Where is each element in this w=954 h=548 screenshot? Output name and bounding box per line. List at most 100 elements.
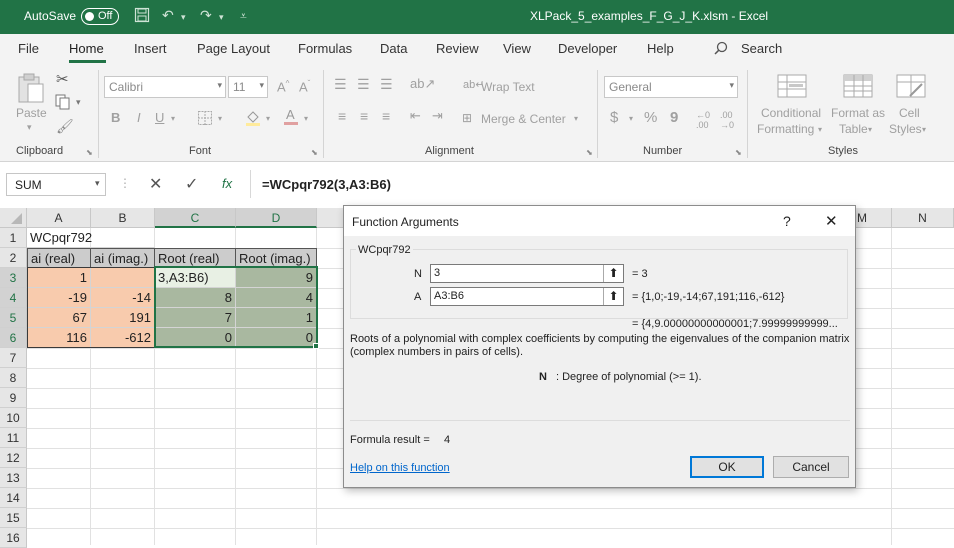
decrease-indent-icon[interactable]: ⇤ (410, 108, 421, 124)
name-box[interactable]: SUM ▾ (6, 173, 106, 196)
undo-icon[interactable]: ↶ (162, 7, 174, 24)
redo-dropdown-icon[interactable]: ▾ (219, 12, 224, 23)
collapse-dialog-icon[interactable]: ⬆ (603, 288, 623, 305)
orientation-icon[interactable]: ab↗ (410, 76, 435, 92)
row-header[interactable]: 16 (0, 528, 27, 548)
close-icon[interactable]: ✕ (825, 212, 838, 230)
header-cell[interactable]: Root (real) (155, 248, 236, 268)
row-header[interactable]: 11 (0, 428, 27, 448)
save-icon[interactable] (134, 7, 150, 26)
row-header[interactable]: 9 (0, 388, 27, 408)
undo-dropdown-icon[interactable]: ▾ (181, 12, 186, 23)
row-header[interactable]: 1 (0, 228, 27, 248)
customize-toolbar-icon[interactable]: ⩡ (240, 9, 247, 24)
search-label[interactable]: Search (741, 41, 782, 56)
table-label[interactable]: Table (839, 122, 868, 136)
clipboard-launcher-icon[interactable]: ⬊ (86, 148, 93, 157)
search-icon[interactable] (714, 41, 728, 58)
column-header-b[interactable]: B (91, 208, 155, 228)
tab-developer[interactable]: Developer (558, 41, 617, 56)
row-header[interactable]: 10 (0, 408, 27, 428)
chevron-down-icon[interactable]: ▾ (95, 178, 100, 189)
bottom-align-icon[interactable]: ☰ (380, 76, 393, 93)
column-header-e[interactable] (317, 208, 345, 228)
confirm-entry-icon[interactable]: ✓ (185, 174, 198, 194)
font-name-combo[interactable]: Calibri ▾ (104, 76, 226, 98)
comma-button[interactable]: 9 (670, 109, 678, 126)
font-color-dropdown-icon[interactable]: ▾ (304, 114, 308, 123)
font-size-combo[interactable]: 11 ▾ (228, 76, 268, 98)
tab-data[interactable]: Data (380, 41, 407, 56)
decrease-decimal-icon[interactable]: .00 →0 (720, 110, 734, 130)
align-center-icon[interactable]: ≡ (360, 108, 368, 124)
paste-dropdown-icon[interactable]: ▾ (27, 122, 32, 133)
sheet-title-cell[interactable]: WCpqr792 (27, 228, 155, 248)
row-header[interactable]: 3 (0, 268, 27, 288)
column-header-c[interactable]: C (155, 208, 236, 228)
increase-font-icon[interactable]: A^ (277, 79, 289, 94)
help-icon[interactable]: ? (783, 213, 791, 229)
number-launcher-icon[interactable]: ⬊ (735, 148, 742, 157)
formula-input[interactable]: =WCpqr792(3,A3:B6) (262, 177, 391, 192)
increase-decimal-icon[interactable]: ←0.00 (696, 110, 710, 130)
collapse-dialog-icon[interactable]: ⬆ (603, 265, 623, 282)
percent-button[interactable]: % (644, 109, 657, 126)
bold-button[interactable]: B (111, 110, 120, 125)
italic-button[interactable]: I (137, 110, 141, 125)
underline-button[interactable]: U (155, 110, 164, 125)
conditional-dropdown-icon[interactable]: ▾ (818, 125, 822, 134)
cell-label[interactable]: Cell (899, 106, 920, 120)
decrease-font-icon[interactable]: Aˇ (299, 79, 310, 94)
tab-view[interactable]: View (503, 41, 531, 56)
help-link[interactable]: Help on this function (350, 462, 450, 474)
tab-help[interactable]: Help (647, 41, 674, 56)
align-left-icon[interactable]: ≡ (338, 108, 346, 124)
cut-icon[interactable]: ✂ (56, 70, 69, 88)
tab-home[interactable]: Home (69, 41, 104, 56)
number-format-combo[interactable]: General ▾ (604, 76, 738, 98)
row-header[interactable]: 6 (0, 328, 27, 348)
autosave-toggle[interactable]: Off (81, 8, 119, 25)
row-header[interactable]: 14 (0, 488, 27, 508)
cell-styles-icon[interactable] (896, 74, 926, 101)
paste-label[interactable]: Paste (16, 106, 47, 120)
row-header[interactable]: 8 (0, 368, 27, 388)
currency-dropdown-icon[interactable]: ▾ (629, 114, 633, 123)
row-header[interactable]: 13 (0, 468, 27, 488)
fill-color-icon[interactable] (244, 108, 262, 129)
paste-icon[interactable] (16, 72, 46, 107)
underline-dropdown-icon[interactable]: ▾ (171, 114, 175, 123)
tab-review[interactable]: Review (436, 41, 479, 56)
copy-icon[interactable] (55, 94, 71, 113)
select-all-corner[interactable] (0, 208, 27, 228)
column-header-m[interactable]: M (855, 208, 892, 228)
redo-icon[interactable]: ↷ (200, 7, 212, 24)
header-cell[interactable]: ai (imag.) (91, 248, 155, 268)
row-header[interactable]: 4 (0, 288, 27, 308)
format-as-label[interactable]: Format as (831, 106, 885, 120)
increase-indent-icon[interactable]: ⇥ (432, 108, 443, 124)
top-align-icon[interactable]: ☰ (334, 76, 347, 93)
fill-handle[interactable] (313, 343, 319, 349)
insert-function-icon[interactable]: fx (222, 176, 232, 191)
row-header[interactable]: 15 (0, 508, 27, 528)
cancel-button[interactable]: Cancel (773, 456, 849, 478)
row-header[interactable]: 5 (0, 308, 27, 328)
column-header-a[interactable]: A (27, 208, 91, 228)
header-cell[interactable]: Root (imag.) (236, 248, 317, 268)
wrap-text-button[interactable]: Wrap Text (481, 80, 535, 94)
arg-input-a[interactable]: A3:B6 ⬆ (430, 287, 624, 306)
tab-file[interactable]: File (18, 41, 39, 56)
row-header[interactable]: 2 (0, 248, 27, 268)
header-cell[interactable]: ai (real) (27, 248, 91, 268)
conditional-label[interactable]: Conditional (761, 106, 821, 120)
format-as-table-icon[interactable] (843, 74, 873, 101)
row-header[interactable]: 12 (0, 448, 27, 468)
merge-dropdown-icon[interactable]: ▾ (574, 114, 578, 123)
font-launcher-icon[interactable]: ⬊ (311, 148, 318, 157)
align-right-icon[interactable]: ≡ (382, 108, 390, 124)
fill-dropdown-icon[interactable]: ▾ (266, 114, 270, 123)
format-table-dropdown-icon[interactable]: ▾ (868, 125, 872, 134)
middle-align-icon[interactable]: ☰ (357, 76, 370, 93)
merge-center-icon[interactable]: ⊞ (462, 111, 472, 125)
